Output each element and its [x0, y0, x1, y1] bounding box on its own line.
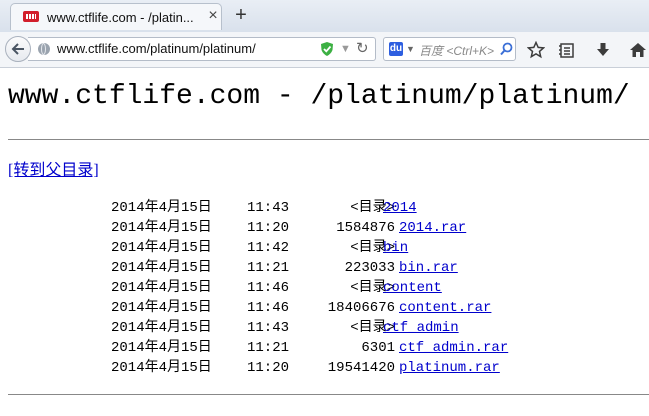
entry-link[interactable]: ctf_admin.rar	[399, 338, 508, 358]
list-item: 2014年4月15日 11:43 <目录> ctf_admin	[0, 318, 649, 338]
entry-link[interactable]: 2014	[383, 198, 417, 218]
entry-date: 2014年4月15日	[111, 280, 212, 296]
tab-title: www.ctflife.com - /platin...	[47, 10, 194, 25]
entry-link[interactable]: bin	[383, 238, 408, 258]
list-item: 2014年4月15日 11:46 <目录> content	[0, 278, 649, 298]
browser-tab[interactable]: www.ctflife.com - /platin... ×	[10, 3, 222, 30]
entry-date: 2014年4月15日	[111, 340, 212, 356]
list-item: 2014年4月15日 11:46 18406676 content.rar	[0, 298, 649, 318]
download-icon[interactable]	[594, 41, 612, 59]
list-item: 2014年4月15日 11:21 223033 bin.rar	[0, 258, 649, 278]
entry-time: 11:20	[247, 360, 290, 376]
entry-link[interactable]: bin.rar	[399, 258, 458, 278]
url-text[interactable]: www.ctflife.com/platinum/platinum/	[57, 41, 256, 56]
list-item: 2014年4月15日 11:20 1584876 2014.rar	[0, 218, 649, 238]
entry-size: 6301	[361, 340, 395, 356]
entry-link[interactable]: 2014.rar	[399, 218, 466, 238]
search-icon[interactable]	[500, 42, 513, 56]
chevron-down-icon[interactable]: ▼	[406, 41, 415, 57]
address-bar[interactable]: www.ctflife.com/platinum/platinum/ ▼ ↻	[28, 37, 376, 61]
bottom-divider	[8, 394, 649, 395]
list-item: 2014年4月15日 11:20 19541420 platinum.rar	[0, 358, 649, 378]
entry-size: 223033	[344, 260, 395, 276]
reader-icon[interactable]	[558, 41, 576, 59]
entry-date: 2014年4月15日	[111, 240, 212, 256]
new-tab-icon[interactable]: +	[230, 4, 252, 26]
close-icon[interactable]: ×	[205, 8, 221, 24]
search-bar[interactable]: du ▼ 百度 <Ctrl+K>	[383, 37, 516, 61]
entry-size: 19541420	[327, 360, 395, 376]
entry-date: 2014年4月15日	[111, 200, 212, 216]
entry-time: 11:43	[247, 200, 290, 216]
entry-link[interactable]: content	[383, 278, 442, 298]
entry-time: 11:46	[247, 300, 290, 316]
search-input[interactable]: 百度 <Ctrl+K>	[419, 42, 499, 59]
reload-icon[interactable]: ↻	[356, 39, 369, 59]
favicon-icon	[23, 11, 39, 22]
entry-time: 11:42	[247, 240, 290, 256]
parent-directory-link[interactable]: [转到父目录]	[8, 156, 99, 180]
entry-date: 2014年4月15日	[111, 300, 212, 316]
entry-link[interactable]: platinum.rar	[399, 358, 500, 378]
entry-date: 2014年4月15日	[111, 320, 212, 336]
entry-size: 18406676	[327, 300, 395, 316]
list-item: 2014年4月15日 11:42 <目录> bin	[0, 238, 649, 258]
list-item: 2014年4月15日 11:21 6301 ctf_admin.rar	[0, 338, 649, 358]
entry-link[interactable]: content.rar	[399, 298, 491, 318]
list-item: 2014年4月15日 11:43 <目录> 2014	[0, 198, 649, 218]
shield-icon[interactable]	[320, 41, 334, 57]
home-icon[interactable]	[629, 41, 647, 59]
page-title: www.ctflife.com - /platinum/platinum/	[8, 81, 630, 112]
tab-strip: www.ctflife.com - /platin... × +	[0, 0, 649, 32]
chevron-down-icon[interactable]: ▼	[340, 41, 351, 57]
entry-date: 2014年4月15日	[111, 260, 212, 276]
baidu-icon[interactable]: du	[389, 42, 403, 56]
entry-time: 11:46	[247, 280, 290, 296]
back-arrow-icon	[11, 43, 24, 55]
entry-size: 1584876	[336, 220, 395, 236]
globe-icon	[38, 43, 50, 55]
navigation-bar: www.ctflife.com/platinum/platinum/ ▼ ↻ d…	[0, 32, 649, 68]
entry-time: 11:43	[247, 320, 290, 336]
back-button[interactable]	[5, 36, 31, 62]
top-divider	[8, 139, 649, 140]
entry-date: 2014年4月15日	[111, 360, 212, 376]
entry-time: 11:21	[247, 340, 290, 356]
entry-date: 2014年4月15日	[111, 220, 212, 236]
entry-link[interactable]: ctf_admin	[383, 318, 459, 338]
entry-time: 11:21	[247, 260, 290, 276]
star-icon[interactable]	[527, 41, 545, 59]
entry-time: 11:20	[247, 220, 290, 236]
